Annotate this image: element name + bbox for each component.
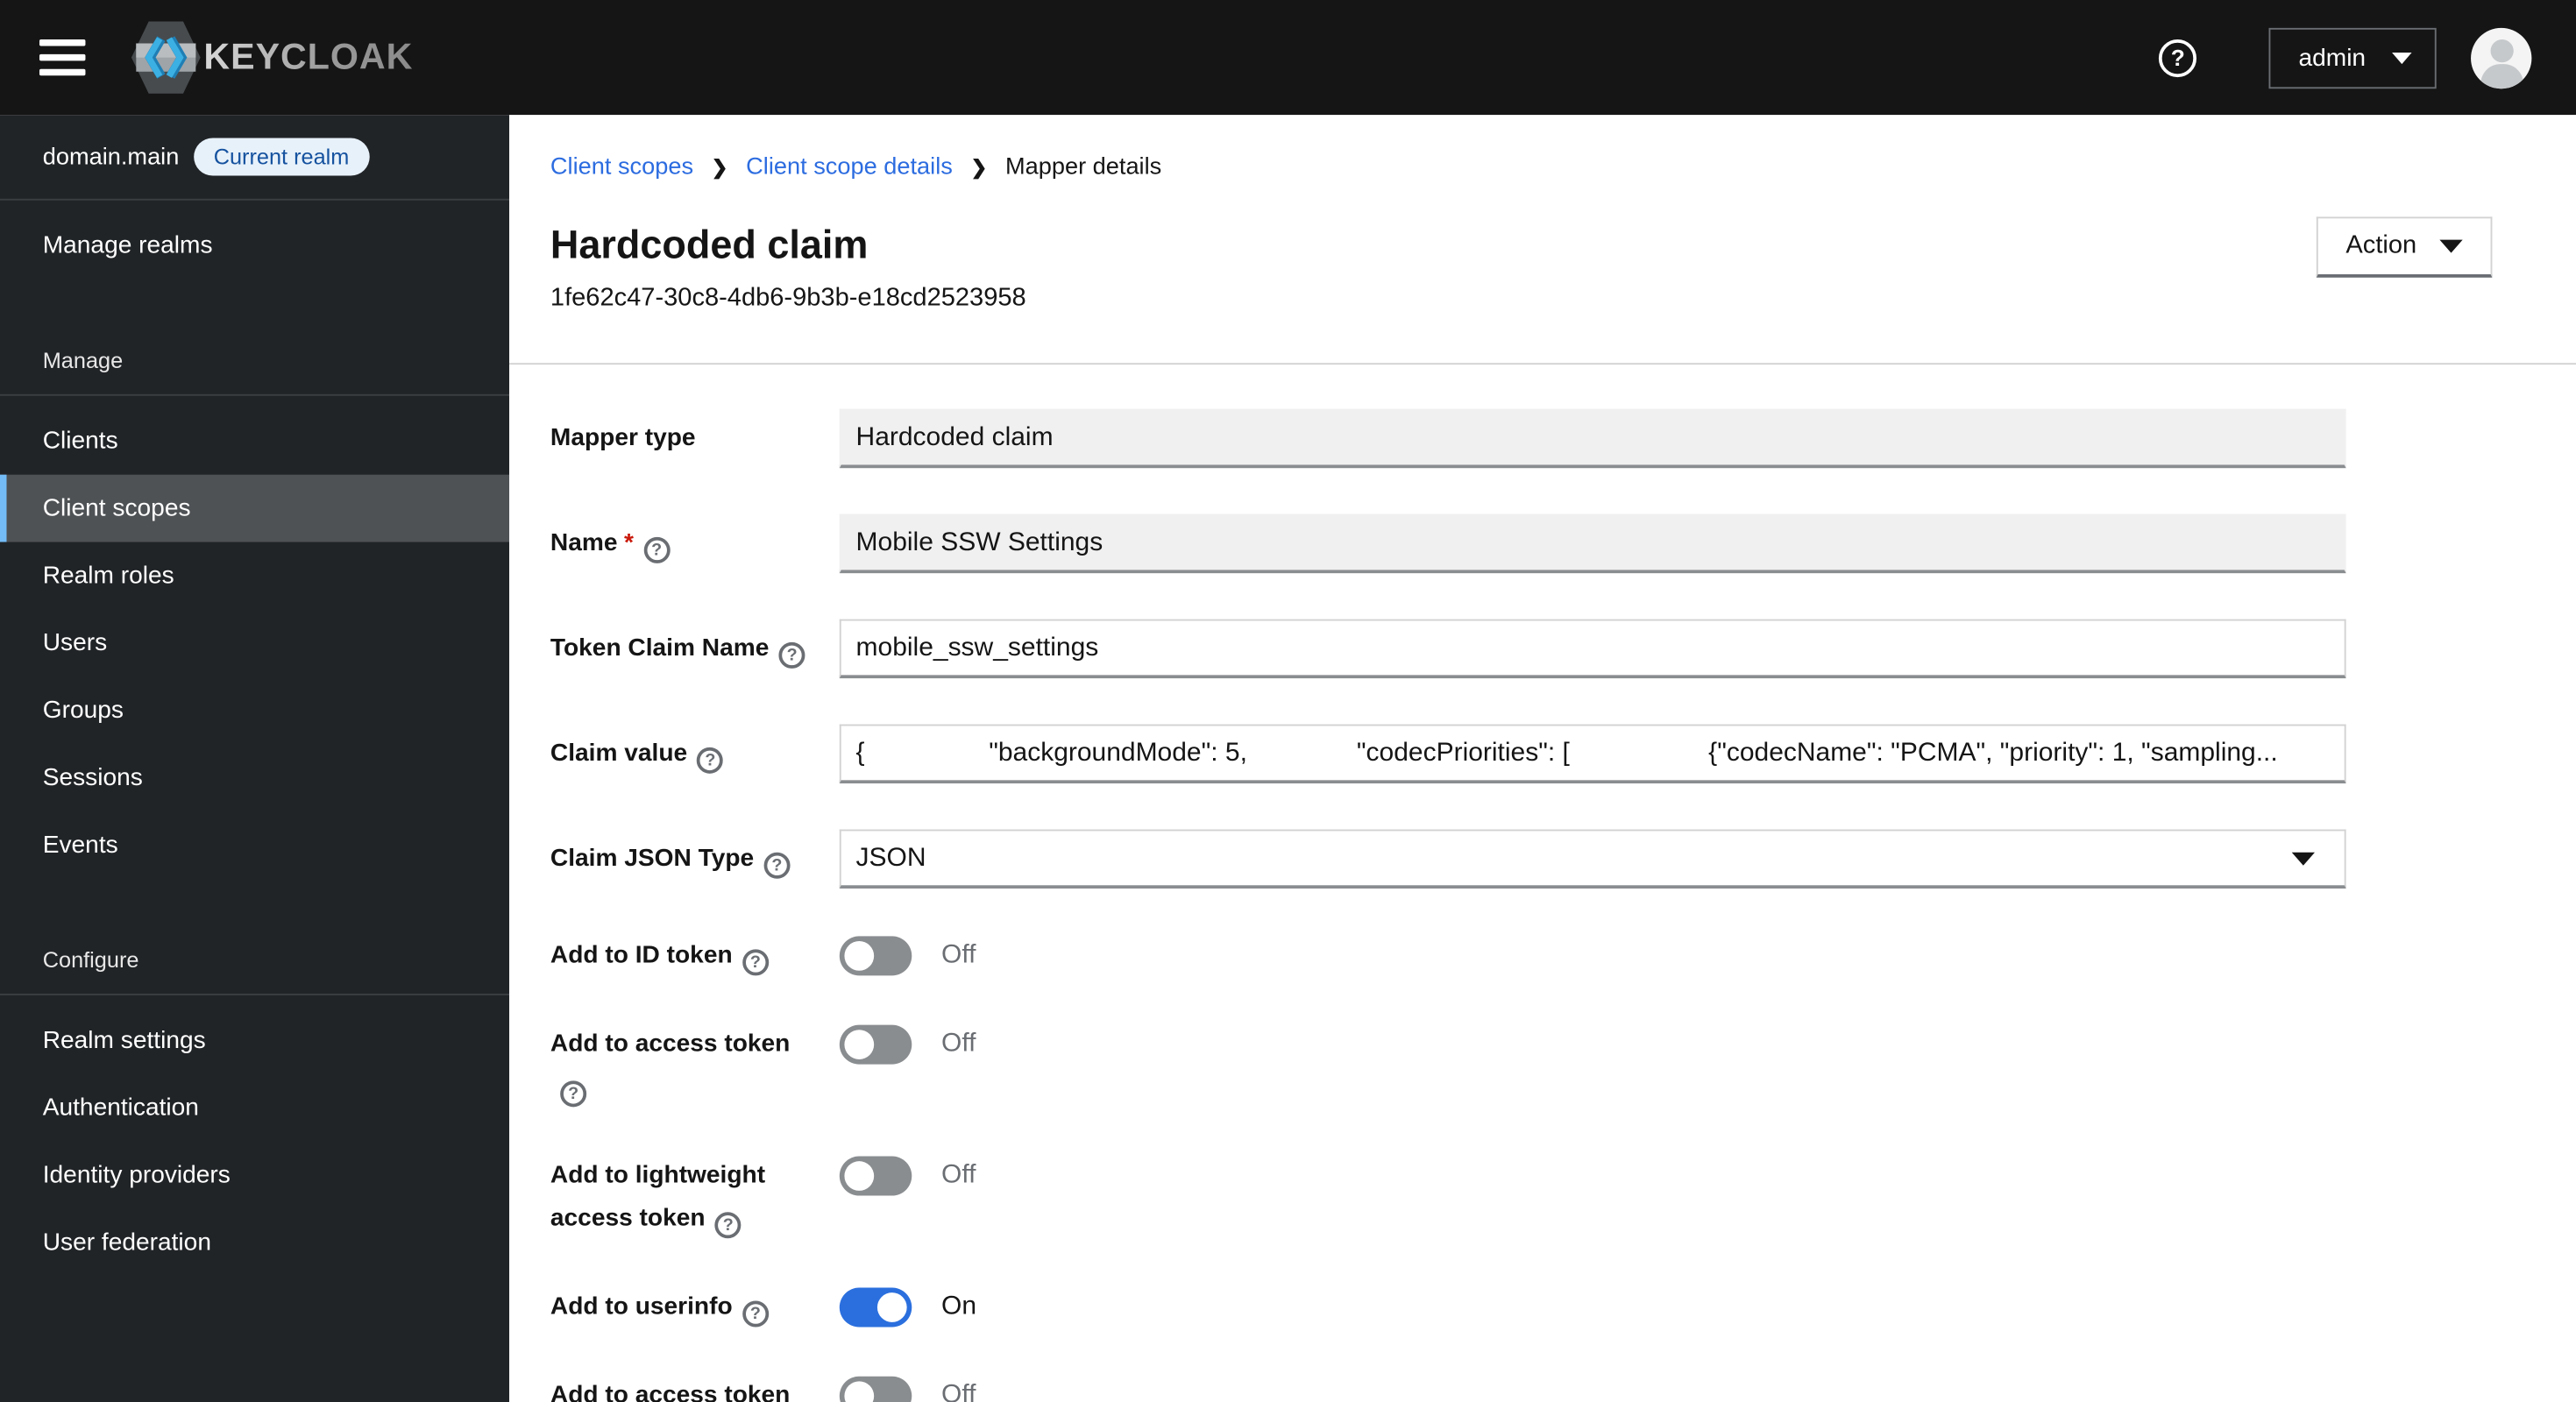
form-row-name: Name *? [550, 513, 2346, 574]
sidebar-item-client-scopes[interactable]: Client scopes [0, 474, 510, 542]
nav-toggle-hamburger-icon[interactable] [39, 39, 86, 76]
sidebar-group-manage: Manage Clients Client scopes Realm roles… [0, 348, 510, 879]
sidebar-item-events[interactable]: Events [0, 811, 509, 879]
masthead-right: ? admin [2159, 26, 2532, 89]
help-question-icon[interactable]: ? [742, 1300, 769, 1328]
help-question-icon[interactable]: ? [714, 1212, 742, 1239]
page-title: Hardcoded claim [550, 223, 869, 268]
form-row-add-to-id-token: Add to ID token? Off [550, 935, 2346, 978]
sidebar-item-manage-realms[interactable]: Manage realms [0, 212, 509, 280]
claim-value-input[interactable] [839, 724, 2346, 784]
sidebar-item-realm-roles[interactable]: Realm roles [0, 542, 509, 610]
breadcrumb-client-scope-details[interactable]: Client scope details [746, 154, 953, 181]
help-icon[interactable]: ? [2159, 39, 2197, 77]
current-realm-badge[interactable]: Current realm [194, 138, 369, 176]
user-dropdown[interactable]: admin [2268, 26, 2437, 89]
sidebar-item-realm-settings[interactable]: Realm settings [0, 1007, 509, 1074]
token-claim-name-label: Token Claim Name? [550, 627, 840, 670]
form-row-claim-value: Claim value? [550, 724, 2346, 784]
masthead: KEYCLOAK ? admin [0, 0, 2576, 116]
sidebar-item-identity-providers[interactable]: Identity providers [0, 1142, 509, 1209]
help-question-icon[interactable]: ? [560, 1080, 587, 1108]
avatar[interactable] [2471, 26, 2532, 89]
form-row-token-claim-name: Token Claim Name? [550, 619, 2346, 679]
sidebar-item-user-federation[interactable]: User federation [0, 1209, 509, 1277]
chevron-right-icon: ❯ [711, 156, 728, 180]
form-row-add-to-userinfo: Add to userinfo? On [550, 1286, 2346, 1329]
breadcrumb-client-scopes[interactable]: Client scopes [550, 154, 693, 181]
token-claim-name-input[interactable] [839, 619, 2346, 679]
claim-json-type-select[interactable]: JSON [839, 829, 2346, 889]
realm-name: domain.main [42, 144, 180, 170]
help-question-icon[interactable]: ? [778, 641, 805, 669]
toggle-state-label: On [941, 1292, 977, 1321]
add-to-id-token-toggle[interactable] [839, 936, 912, 976]
add-to-lightweight-access-token-label: Add to lightweight access token? [550, 1155, 840, 1240]
form-row-add-to-access-token: Add to access token? Off [550, 1023, 2346, 1108]
add-to-access-token-2-toggle[interactable] [839, 1376, 912, 1402]
add-to-access-token-2-label: Add to access token [550, 1381, 791, 1402]
chevron-down-icon [2439, 239, 2463, 253]
sidebar-item-clients[interactable]: Clients [0, 407, 509, 475]
name-input[interactable] [839, 513, 2346, 574]
brand-text: KEYCLOAK [203, 36, 414, 78]
realm-selector[interactable]: domain.main Current realm [0, 115, 510, 201]
mapper-form: Mapper type Name*? Token Claim Name? [509, 365, 2576, 1402]
mapper-id: 1fe62c47-30c8-4db6-9b3b-e18cd2523958 [550, 284, 1026, 313]
breadcrumb-mapper-details: Mapper details [1004, 154, 1162, 181]
toggle-state-label: Off [941, 941, 976, 969]
mapper-type-label: Mapper type [550, 423, 696, 452]
add-to-access-token-label: Add to access token? [550, 1023, 840, 1108]
screen: KEYCLOAK ? admin domain.main Current rea… [0, 0, 2576, 1402]
add-to-lightweight-access-token-toggle[interactable] [839, 1156, 912, 1196]
mapper-type-input[interactable] [839, 408, 2346, 469]
action-dropdown-button[interactable]: Action [2316, 216, 2493, 278]
sidebar-item-groups[interactable]: Groups [0, 676, 509, 744]
name-label: Name *? [550, 522, 840, 565]
form-row-mapper-type: Mapper type [550, 408, 2346, 469]
toggle-state-label: Off [941, 1030, 976, 1059]
sidebar-item-users[interactable]: Users [0, 609, 509, 676]
claim-json-type-label: Claim JSON Type? [550, 838, 840, 881]
claim-value-label: Claim value? [550, 733, 840, 775]
sidebar: domain.main Current realm Manage realms … [0, 115, 510, 1402]
main-content: Client scopes ❯ Client scope details ❯ M… [509, 115, 2576, 1402]
page-header: Client scopes ❯ Client scope details ❯ M… [509, 115, 2576, 365]
toggle-state-label: Off [941, 1161, 976, 1190]
chevron-right-icon: ❯ [970, 156, 988, 180]
group-title-manage: Manage [42, 348, 124, 373]
form-row-add-to-access-token-2: Add to access token Off [550, 1375, 2346, 1402]
sidebar-item-authentication[interactable]: Authentication [0, 1074, 509, 1142]
form-row-claim-json-type: Claim JSON Type? JSON [550, 829, 2346, 889]
keycloak-hexagon-icon [131, 21, 201, 94]
toggle-state-label: Off [941, 1381, 976, 1402]
sidebar-item-sessions[interactable]: Sessions [0, 744, 509, 811]
required-asterisk: * [623, 528, 634, 557]
add-to-id-token-label: Add to ID token? [550, 935, 840, 978]
add-to-userinfo-label: Add to userinfo? [550, 1286, 840, 1329]
app: KEYCLOAK ? admin domain.main Current rea… [0, 0, 2576, 1402]
action-label: Action [2345, 231, 2417, 260]
keycloak-logo: KEYCLOAK [131, 19, 413, 95]
chevron-down-icon [2392, 52, 2412, 64]
help-question-icon[interactable]: ? [643, 536, 671, 563]
help-question-icon[interactable]: ? [742, 949, 769, 976]
group-title-configure: Configure [42, 947, 139, 973]
add-to-access-token-toggle[interactable] [839, 1024, 912, 1065]
breadcrumb: Client scopes ❯ Client scope details ❯ M… [550, 154, 2492, 181]
help-question-icon[interactable]: ? [697, 747, 724, 774]
form-row-add-to-lightweight-access-token: Add to lightweight access token? Off [550, 1155, 2346, 1240]
username: admin [2298, 43, 2367, 72]
chevron-down-icon [2291, 852, 2315, 866]
sidebar-group-configure: Configure Realm settings Authentication … [0, 947, 510, 1277]
add-to-userinfo-toggle[interactable] [839, 1287, 912, 1328]
help-question-icon[interactable]: ? [763, 852, 791, 879]
